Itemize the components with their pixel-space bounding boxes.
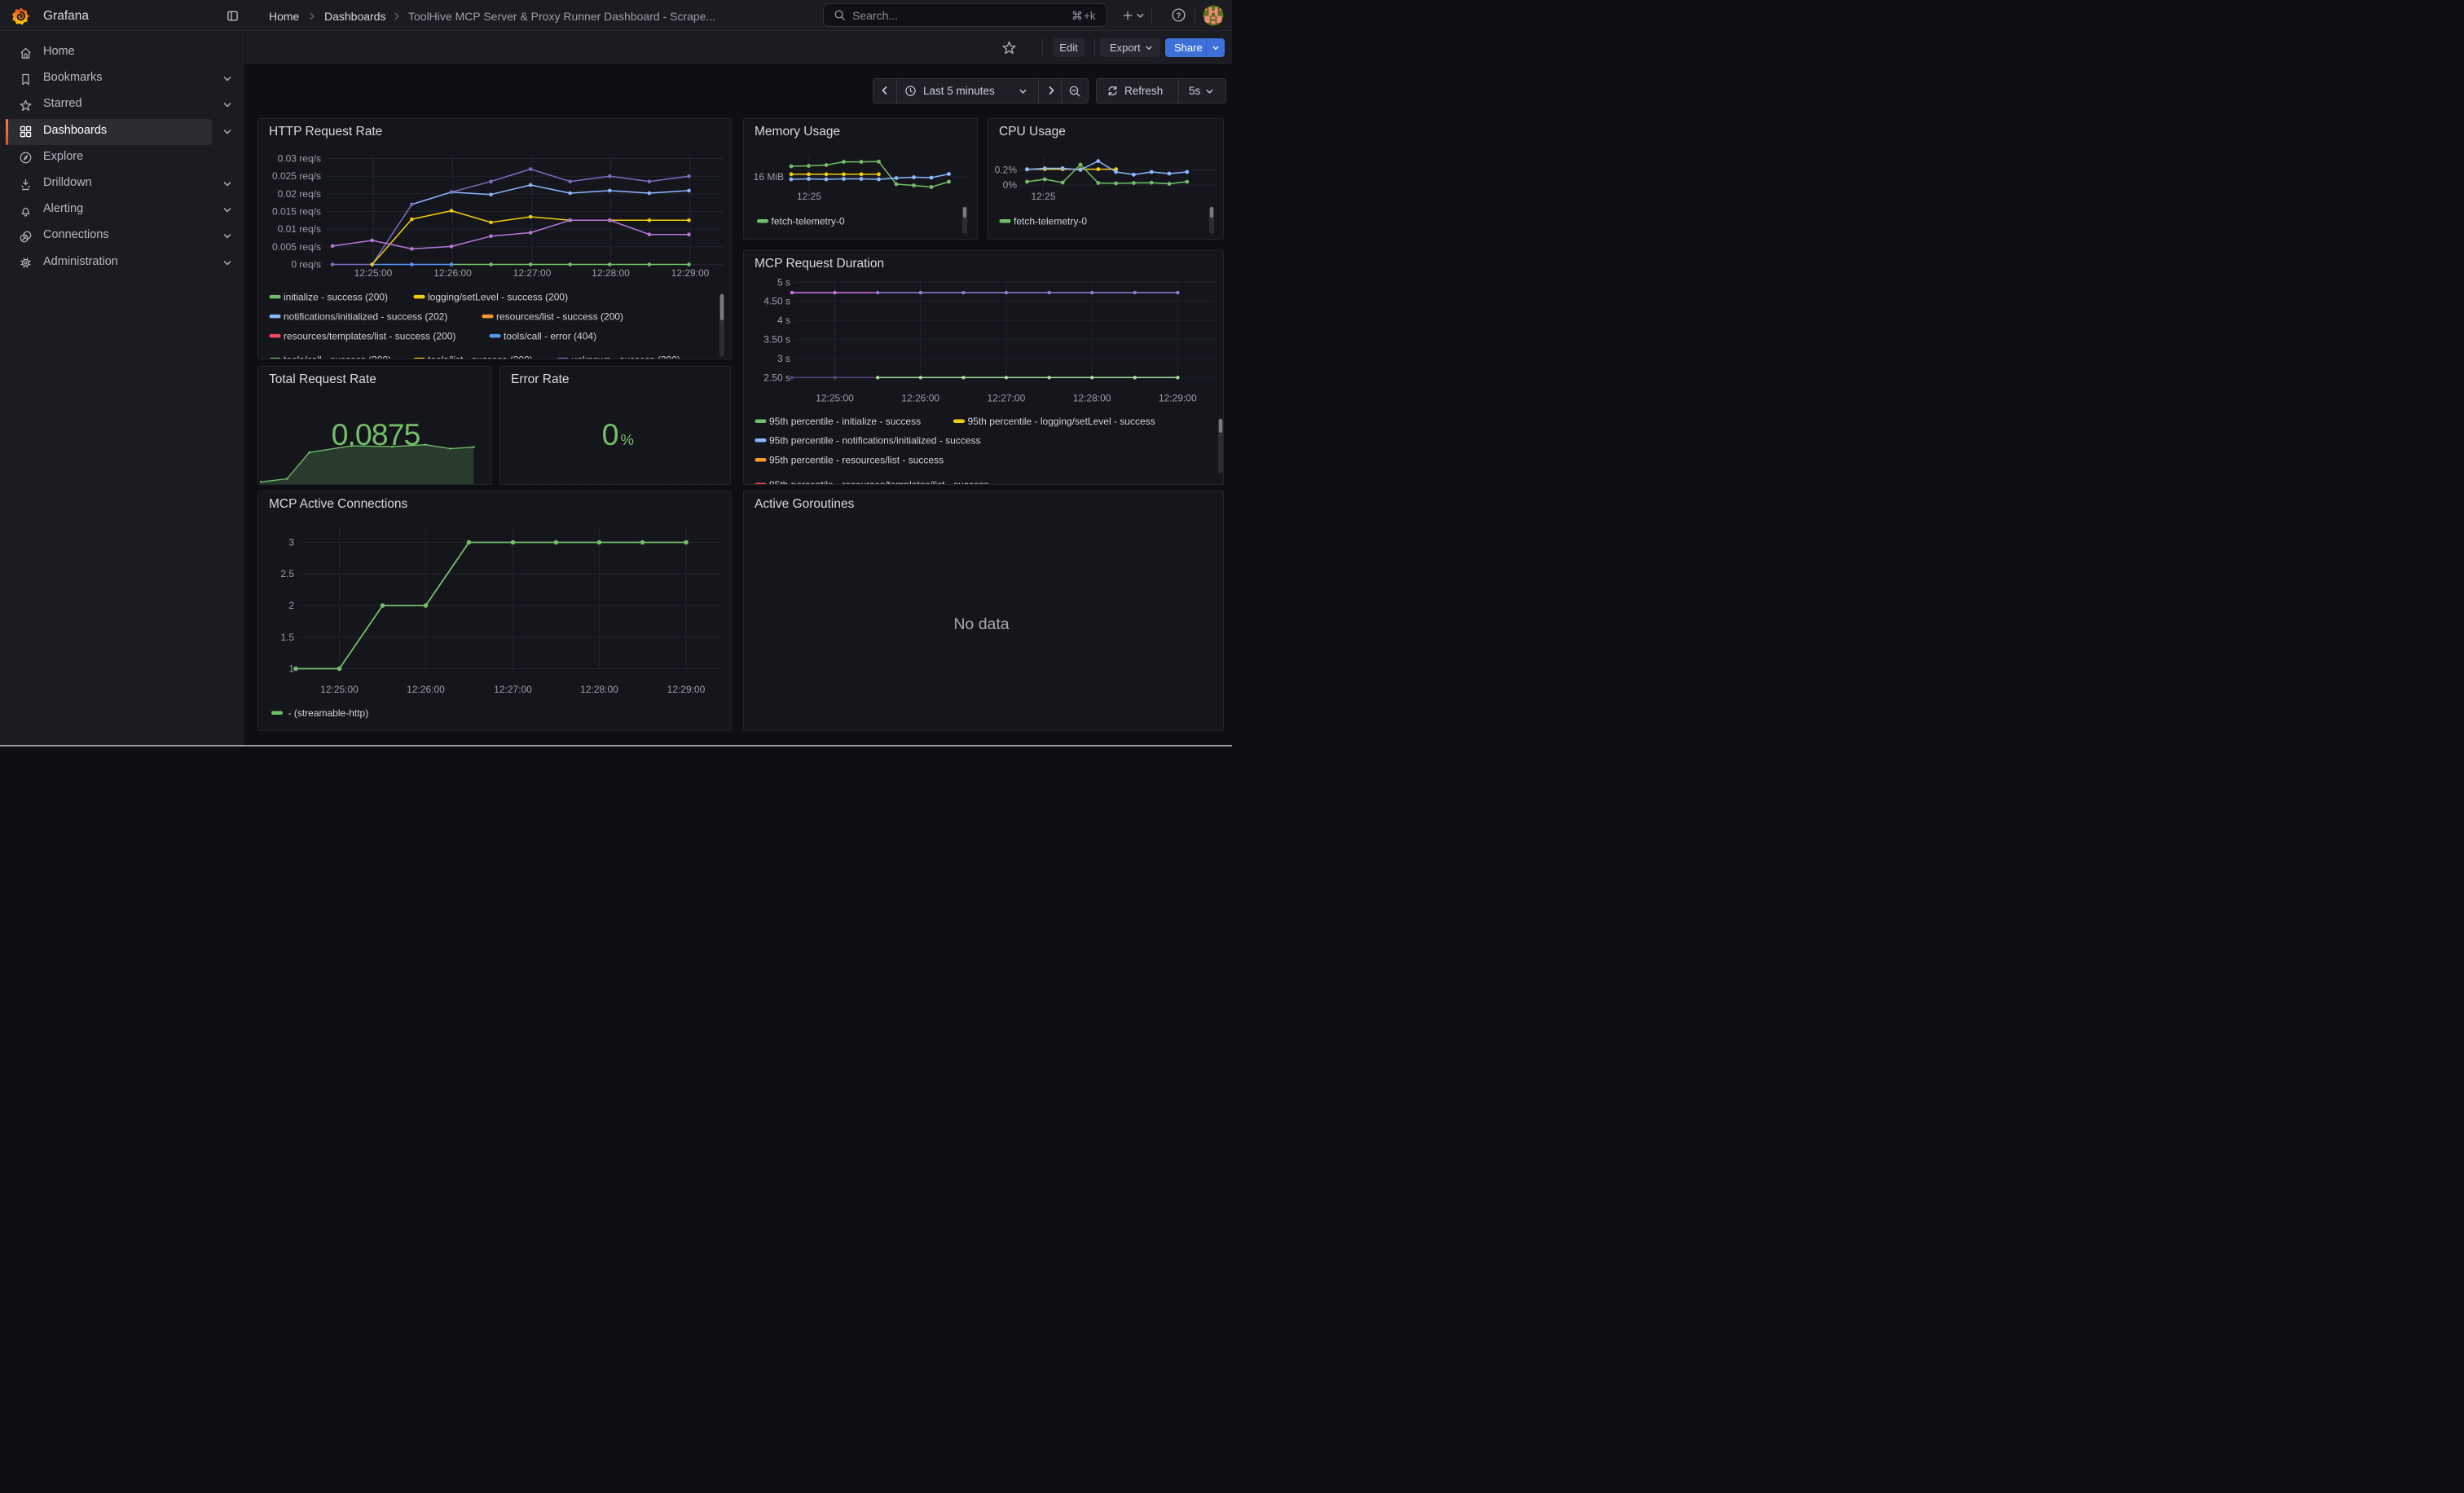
svg-text:Total Request Rate: Total Request Rate xyxy=(269,372,376,386)
svg-text:0.02 req/s: 0.02 req/s xyxy=(278,188,321,200)
svg-text:?: ? xyxy=(1177,11,1181,20)
svg-text:12:29:00: 12:29:00 xyxy=(667,684,706,695)
svg-text:MCP Request Duration: MCP Request Duration xyxy=(755,257,884,271)
svg-text:95th percentile - logging/setL: 95th percentile - logging/setLevel - suc… xyxy=(968,416,1155,427)
svg-text:unknown - success (200): unknown - success (200) xyxy=(572,354,680,359)
svg-text:logging/setLevel - success (20: logging/setLevel - success (200) xyxy=(428,291,568,302)
svg-text:notifications/initialized - su: notifications/initialized - success (202… xyxy=(284,310,447,322)
svg-text:2.5: 2.5 xyxy=(280,568,294,579)
svg-text:fetch-telemetry-0: fetch-telemetry-0 xyxy=(1014,216,1087,227)
svg-text:3.50 s: 3.50 s xyxy=(763,333,790,345)
svg-text:tools/list - success (200): tools/list - success (200) xyxy=(428,354,533,359)
svg-text:12:25: 12:25 xyxy=(1031,191,1055,202)
svg-text:4 s: 4 s xyxy=(777,315,790,326)
svg-text:12:25:00: 12:25:00 xyxy=(320,684,359,695)
svg-text:12:28:00: 12:28:00 xyxy=(592,267,630,279)
svg-text:95th percentile - resources/te: 95th percentile - resources/templates/li… xyxy=(769,479,988,486)
svg-text:12:25:00: 12:25:00 xyxy=(354,267,393,279)
svg-text:0.03 req/s: 0.03 req/s xyxy=(278,153,321,165)
svg-text:Error Rate: Error Rate xyxy=(511,372,570,386)
svg-text:0.025 req/s: 0.025 req/s xyxy=(272,170,321,182)
svg-text:12:27:00: 12:27:00 xyxy=(513,267,552,279)
svg-text:2.50 s: 2.50 s xyxy=(763,372,790,383)
svg-text:0: 0 xyxy=(602,417,619,451)
svg-text:95th percentile - initialize -: 95th percentile - initialize - success xyxy=(769,416,921,427)
svg-text:12:25: 12:25 xyxy=(797,191,821,202)
svg-text:MCP Active Connections: MCP Active Connections xyxy=(269,497,408,511)
svg-text:0.0875: 0.0875 xyxy=(332,417,420,451)
svg-text:3 s: 3 s xyxy=(777,352,790,363)
svg-text:12:26:00: 12:26:00 xyxy=(901,392,939,403)
svg-text:tools/call - success (200): tools/call - success (200) xyxy=(284,354,391,359)
svg-text:12:29:00: 12:29:00 xyxy=(671,267,710,279)
svg-text:1.5: 1.5 xyxy=(280,632,294,643)
svg-text:16 MiB: 16 MiB xyxy=(754,171,784,183)
svg-text:Memory Usage: Memory Usage xyxy=(755,125,840,139)
svg-text:12:29:00: 12:29:00 xyxy=(1159,392,1197,403)
svg-text:12:27:00: 12:27:00 xyxy=(988,392,1026,403)
svg-text:Active Goroutines: Active Goroutines xyxy=(755,497,855,511)
svg-text:HTTP Request Rate: HTTP Request Rate xyxy=(269,125,382,139)
svg-text:95th percentile - resources/li: 95th percentile - resources/list - succe… xyxy=(769,454,944,465)
svg-text:12:26:00: 12:26:00 xyxy=(433,267,472,279)
svg-text:4.50 s: 4.50 s xyxy=(763,295,790,306)
svg-text:12:28:00: 12:28:00 xyxy=(1073,392,1111,403)
svg-text:tools/call - error (404): tools/call - error (404) xyxy=(504,330,596,341)
svg-text:3: 3 xyxy=(288,537,294,548)
svg-text:0.01 req/s: 0.01 req/s xyxy=(278,223,321,235)
svg-text:2: 2 xyxy=(288,600,294,611)
svg-text:initialize - success (200): initialize - success (200) xyxy=(284,291,388,302)
svg-text:CPU Usage: CPU Usage xyxy=(999,125,1066,139)
svg-text:resources/templates/list - suc: resources/templates/list - success (200) xyxy=(284,330,455,341)
svg-text:95th percentile - notification: 95th percentile - notifications/initiali… xyxy=(769,434,980,446)
svg-text:12:26:00: 12:26:00 xyxy=(407,684,445,695)
svg-text:fetch-telemetry-0: fetch-telemetry-0 xyxy=(772,216,845,227)
svg-text:0.2%: 0.2% xyxy=(995,165,1018,176)
svg-text:12:27:00: 12:27:00 xyxy=(494,684,532,695)
svg-text:0 req/s: 0 req/s xyxy=(291,259,321,271)
svg-text:5 s: 5 s xyxy=(777,276,790,288)
svg-text:%: % xyxy=(621,431,634,448)
svg-text:0.015 req/s: 0.015 req/s xyxy=(272,206,321,218)
svg-text:0.005 req/s: 0.005 req/s xyxy=(272,241,321,253)
svg-text:- (streamable-http): - (streamable-http) xyxy=(288,707,369,719)
svg-text:12:25:00: 12:25:00 xyxy=(816,392,854,403)
svg-text:0%: 0% xyxy=(1003,179,1018,191)
svg-text:12:28:00: 12:28:00 xyxy=(580,684,618,695)
svg-text:resources/list - success (200): resources/list - success (200) xyxy=(496,310,623,322)
svg-text:No data: No data xyxy=(953,615,1009,633)
